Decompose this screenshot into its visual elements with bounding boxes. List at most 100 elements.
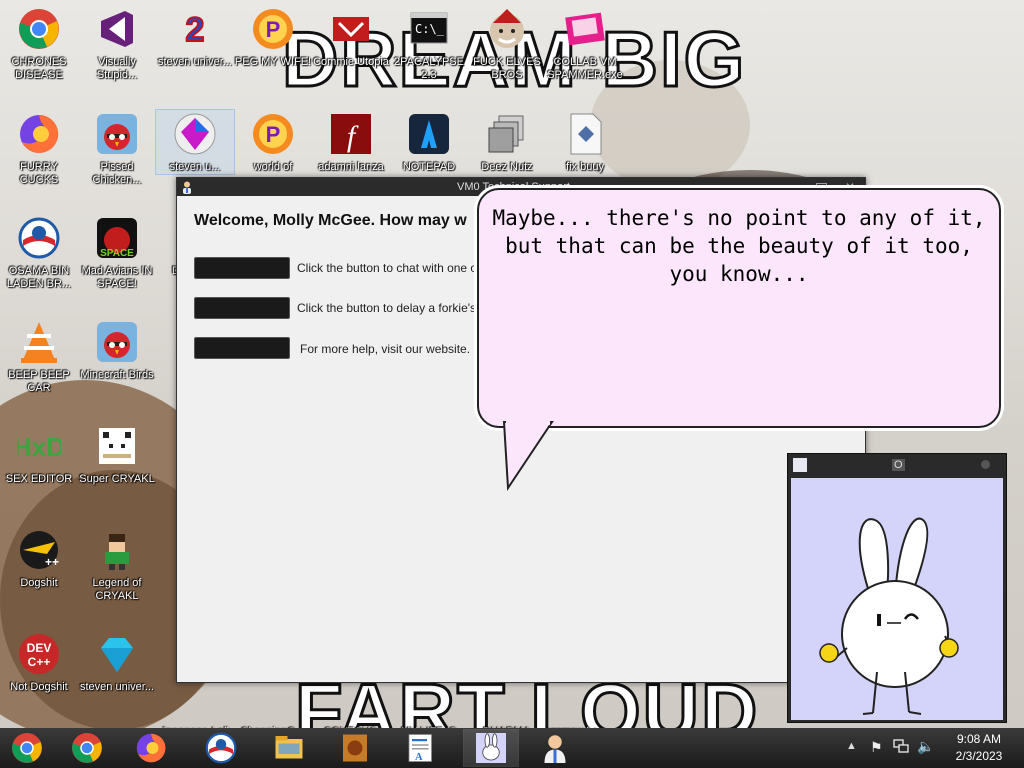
desktop-icon[interactable]: fix buuy [546, 110, 624, 174]
show-hidden-icons-chevron-icon[interactable]: ▲ [846, 740, 857, 752]
firefox-icon [135, 732, 168, 765]
desktop-icon-label: BEEP BEEP CAR [8, 369, 70, 394]
desktop-icon-label: steven univer... [158, 56, 232, 68]
desktop-icon[interactable]: NOTEPAD [390, 110, 468, 174]
taskbar-button[interactable] [60, 730, 114, 766]
desktop-icon[interactable]: Deez Nutz [468, 110, 546, 174]
desktop-icon-label: steven univer... [80, 681, 154, 693]
desktop-icon-label: Minecraft Birds [80, 369, 154, 381]
visual-studio-icon [93, 5, 141, 53]
taskbar-button[interactable] [463, 729, 519, 767]
desktop-icon[interactable]: BEEP BEEP CAR [0, 318, 78, 395]
peggle-world-icon: P [249, 110, 297, 158]
dev-cpp-icon: DEV C++ [15, 630, 63, 678]
desktop-icon[interactable]: DEV C++ Not Dogshit [0, 630, 78, 694]
chrome-icon [15, 5, 63, 53]
desktop-icon-label: steven u... [169, 161, 221, 173]
system-clock[interactable]: 9:08 AM 2/3/2023 [940, 731, 1018, 765]
codeblocks-icon: ++ [15, 526, 63, 574]
close-button[interactable] [981, 460, 990, 469]
support-agent-icon [539, 732, 572, 765]
flash-icon: f [327, 110, 375, 158]
wordpad-icon: A [405, 732, 438, 765]
peggle-icon: P [249, 5, 297, 53]
file-explorer-icon [273, 732, 306, 765]
pixel-hero-icon [93, 526, 141, 574]
desktop-icon[interactable]: P PEG MY WIFE! [234, 5, 312, 69]
desktop-icon[interactable]: P world of [234, 110, 312, 174]
bunny-icon [793, 458, 807, 472]
game-icon [339, 732, 372, 765]
desktop-icon-label: PEG MY WIFE! [234, 56, 312, 68]
clock-date: 2/3/2023 [955, 749, 1003, 763]
bunny-buddy-window[interactable]: O [787, 453, 1007, 723]
script-file-icon [561, 110, 609, 158]
desktop-icon-label: NOTEPAD [402, 161, 456, 173]
taskbar-button[interactable] [328, 730, 382, 766]
cmd-icon: C:\_ [405, 5, 453, 53]
bunny-canvas [791, 478, 1003, 720]
chat-button[interactable] [194, 257, 290, 279]
desktop-icon-label: Commie Utopia [313, 56, 389, 68]
svg-text:P: P [266, 122, 281, 147]
elf-icon [483, 5, 531, 53]
taskbar-button[interactable] [528, 730, 582, 766]
desktop-icon-label: FUCK ELVES BROS [473, 56, 541, 81]
taskbar-button[interactable] [262, 730, 316, 766]
papers-please-icon [327, 5, 375, 53]
desktop-icon-label: COLLAB VM SPAMMER.exe [547, 56, 623, 81]
desktop-icon[interactable]: CHRONES DISEASE [0, 5, 78, 82]
firefox-icon [15, 110, 63, 158]
desktop-icon-label: fix buuy [566, 161, 604, 173]
bubble-line-1: Maybe... there's no point to any of it, [492, 206, 986, 230]
arduino-icon [405, 110, 453, 158]
bunny-icon [475, 732, 508, 765]
desktop-icon[interactable]: Pissed Chicken... [78, 110, 156, 187]
desktop-icon[interactable]: Super CRYAKL [78, 422, 156, 486]
stacked-windows-icon [483, 110, 531, 158]
support-agent-icon [180, 180, 194, 194]
desktop-icon[interactable]: ++ Dogshit [0, 526, 78, 590]
buddy-title: O [892, 459, 905, 471]
desktop-icon[interactable]: COLLAB VM SPAMMER.exe [546, 5, 624, 82]
taskbar: A ▲ ⚑ 🔈 9:08 AM 2/3/2023 [0, 728, 1024, 768]
desktop-icon[interactable]: Commie Utopia [312, 5, 390, 69]
bubble-line-3: you know... [669, 262, 809, 286]
taskbar-button[interactable] [194, 730, 248, 766]
desktop-icon-label: 2PACALYPSE 2.3 [394, 56, 464, 81]
pixel-cat-icon [93, 422, 141, 470]
sonic-2-icon: 2 [171, 5, 219, 53]
desktop-icon[interactable]: steven u... [155, 109, 235, 175]
taskbar-button[interactable] [124, 730, 178, 766]
delay-turn-button[interactable] [194, 297, 290, 319]
desktop-icon[interactable]: steven univer... [78, 630, 156, 694]
desktop-icon[interactable]: FURRY CUCKS [0, 110, 78, 187]
bunny-character [819, 517, 959, 715]
desktop-icon[interactable]: Minecraft Birds [78, 318, 156, 382]
desktop-icon[interactable]: OSAMA BIN LADEN BR... [0, 214, 78, 291]
chrome-alt-icon [11, 732, 44, 765]
volume-icon[interactable]: 🔈 [917, 738, 934, 755]
svg-text:DEV: DEV [27, 641, 52, 655]
flag-icon[interactable]: ⚑ [870, 739, 883, 756]
diamond-icon [93, 630, 141, 678]
desktop-icon-label: Visually Stupid... [96, 56, 138, 81]
vlc-icon [15, 318, 63, 366]
desktop-icon[interactable]: FUCK ELVES BROS [468, 5, 546, 82]
desktop-icon[interactable]: HxD SEX EDITOR [0, 422, 78, 486]
desktop-icon-label: world of [253, 161, 293, 173]
network-icon[interactable] [893, 738, 909, 753]
desktop-icon-label: adamni lanza [318, 161, 384, 173]
desktop-icon-label: Deez Nutz [481, 161, 533, 173]
taskbar-button[interactable]: A [394, 730, 448, 766]
buddy-titlebar[interactable]: O [788, 454, 1006, 476]
desktop-icon[interactable]: Legend of CRYAKL [78, 526, 156, 603]
desktop-icon[interactable]: f adamni lanza [312, 110, 390, 174]
desktop-icon-label: FURRY CUCKS [19, 161, 59, 186]
desktop-icon[interactable]: C:\_ 2PACALYPSE 2.3 [390, 5, 468, 82]
taskbar-button[interactable] [0, 730, 54, 766]
website-button[interactable] [194, 337, 290, 359]
desktop-icon[interactable]: 2 steven univer... [156, 5, 234, 69]
hxd-icon: HxD [15, 422, 63, 470]
desktop-icon[interactable]: Visually Stupid... [78, 5, 156, 82]
